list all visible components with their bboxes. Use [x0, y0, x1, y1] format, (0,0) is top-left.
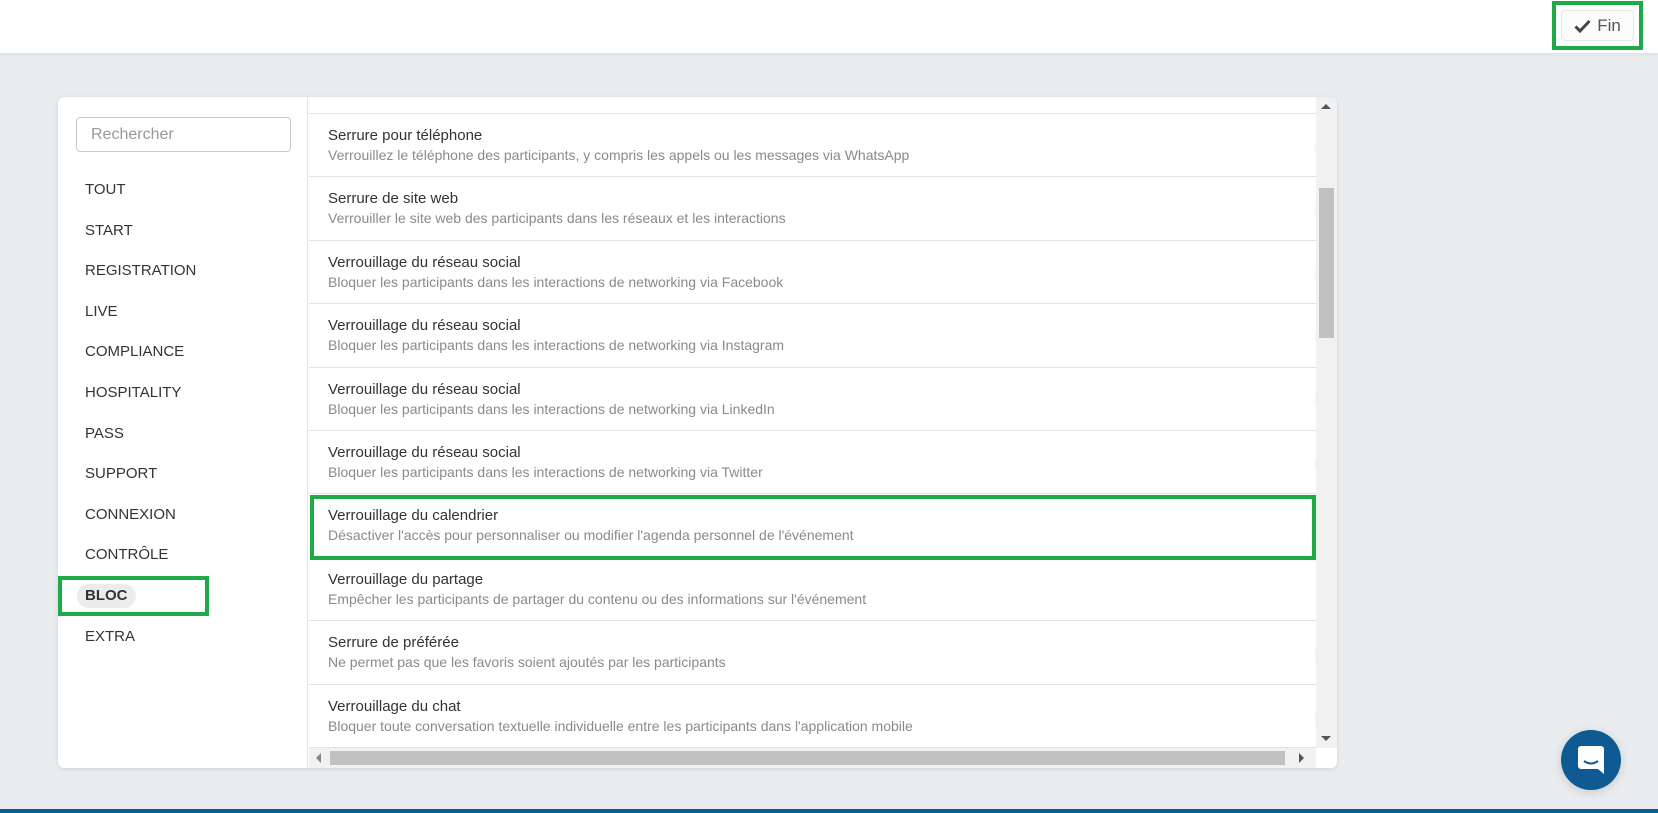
setting-description: Empêcher les participants de partager du…: [328, 590, 867, 607]
setting-title: Verrouillage du réseau social: [328, 253, 521, 271]
settings-list: Serrure pour téléphone Verrouillez le té…: [309, 97, 1316, 748]
chat-bubble-icon: [1578, 746, 1604, 774]
setting-title: Verrouillage du réseau social: [328, 317, 521, 335]
setting-title: Serrure de site web: [328, 190, 459, 208]
horizontal-scroll-thumb[interactable]: [330, 751, 1285, 765]
sidebar-item-connexion[interactable]: CONNEXION: [85, 503, 176, 527]
setting-title: Verrouillage du chat: [328, 697, 461, 715]
scroll-down-arrow-icon[interactable]: [1321, 736, 1331, 746]
done-button-highlight: Fin: [1552, 1, 1643, 50]
setting-row: Verrouillage du chat Bloquer toute conve…: [309, 685, 1316, 748]
sidebar-item-extra[interactable]: EXTRA: [85, 625, 135, 649]
settings-panel: TOUT START REGISTRATION LIVE COMPLIANCE HOSPI…: [58, 97, 1337, 768]
bottom-bar: [0, 809, 1658, 813]
setting-row: Verrouillage du calendrier Désactiver l'…: [309, 494, 1316, 558]
sidebar-item-tout[interactable]: TOUT: [85, 178, 126, 202]
bloc-highlight: [58, 576, 209, 616]
sidebar-item-compliance[interactable]: COMPLIANCE: [85, 340, 184, 364]
sidebar-item-start[interactable]: START: [85, 219, 133, 243]
setting-title: Serrure pour téléphone: [328, 127, 483, 144]
done-button[interactable]: Fin: [1561, 10, 1634, 41]
sidebar-item-registration[interactable]: REGISTRATION: [85, 259, 196, 283]
setting-description: Verrouillez le téléphone des participant…: [328, 147, 910, 163]
setting-description: Bloquer les participants dans les intera…: [328, 273, 784, 290]
setting-title: Verrouillage du réseau social: [328, 380, 521, 398]
setting-description: Bloquer les participants dans les intera…: [328, 337, 785, 354]
vertical-scrollbar[interactable]: [1316, 97, 1337, 748]
sidebar-item-pass[interactable]: PASS: [85, 422, 124, 446]
setting-description: Bloquer toute conversation textuelle ind…: [328, 717, 913, 734]
sidebar-item-support[interactable]: SUPPORT: [85, 462, 157, 486]
setting-row: Verrouillage du réseau social Bloquer le…: [309, 241, 1316, 305]
setting-row: Verrouillage du réseau social Bloquer le…: [309, 368, 1316, 431]
sidebar-item-contrôle[interactable]: CONTRÔLE: [85, 543, 168, 567]
category-sidebar: TOUT START REGISTRATION LIVE COMPLIANCE HOSPI…: [58, 97, 308, 768]
setting-description: Verrouiller le site web des participants…: [328, 210, 786, 227]
setting-row: Verrouillage du partage Empêcher les par…: [309, 558, 1316, 622]
setting-row: Serrure de préférée Ne permet pas que le…: [309, 621, 1316, 685]
setting-title: Verrouillage du partage: [328, 570, 484, 588]
scroll-left-arrow-icon[interactable]: [311, 753, 321, 763]
chat-button[interactable]: [1561, 730, 1621, 790]
done-label: Fin: [1597, 15, 1621, 35]
setting-description: Bloquer les participants dans les intera…: [328, 464, 763, 480]
setting-title: Serrure de préférée: [328, 634, 459, 652]
top-bar: Fin: [0, 0, 1658, 53]
setting-description: Désactiver l'accès pour personnaliser ou…: [328, 527, 854, 544]
sidebar-item-hospitality[interactable]: HOSPITALITY: [85, 381, 181, 405]
setting-title: Verrouillage du calendrier: [328, 507, 499, 525]
scroll-up-arrow-icon[interactable]: [1321, 99, 1331, 109]
partial-row: [309, 97, 1316, 115]
horizontal-scrollbar[interactable]: [309, 748, 1316, 768]
sidebar-item-live[interactable]: LIVE: [85, 300, 118, 324]
vertical-scroll-thumb[interactable]: [1319, 188, 1334, 338]
setting-description: Bloquer les participants dans les intera…: [328, 400, 775, 417]
setting-row: Serrure de site web Verrouiller le site …: [309, 177, 1316, 241]
scroll-right-arrow-icon[interactable]: [1299, 753, 1309, 763]
search-input[interactable]: [76, 117, 291, 152]
setting-row: Verrouillage du réseau social Bloquer le…: [309, 304, 1316, 368]
setting-row: Verrouillage du réseau social Bloquer le…: [309, 431, 1316, 495]
check-icon: [1574, 19, 1591, 33]
setting-row: Serrure pour téléphone Verrouillez le té…: [309, 114, 1316, 178]
setting-title: Verrouillage du réseau social: [328, 444, 521, 461]
setting-description: Ne permet pas que les favoris soient ajo…: [328, 654, 726, 671]
